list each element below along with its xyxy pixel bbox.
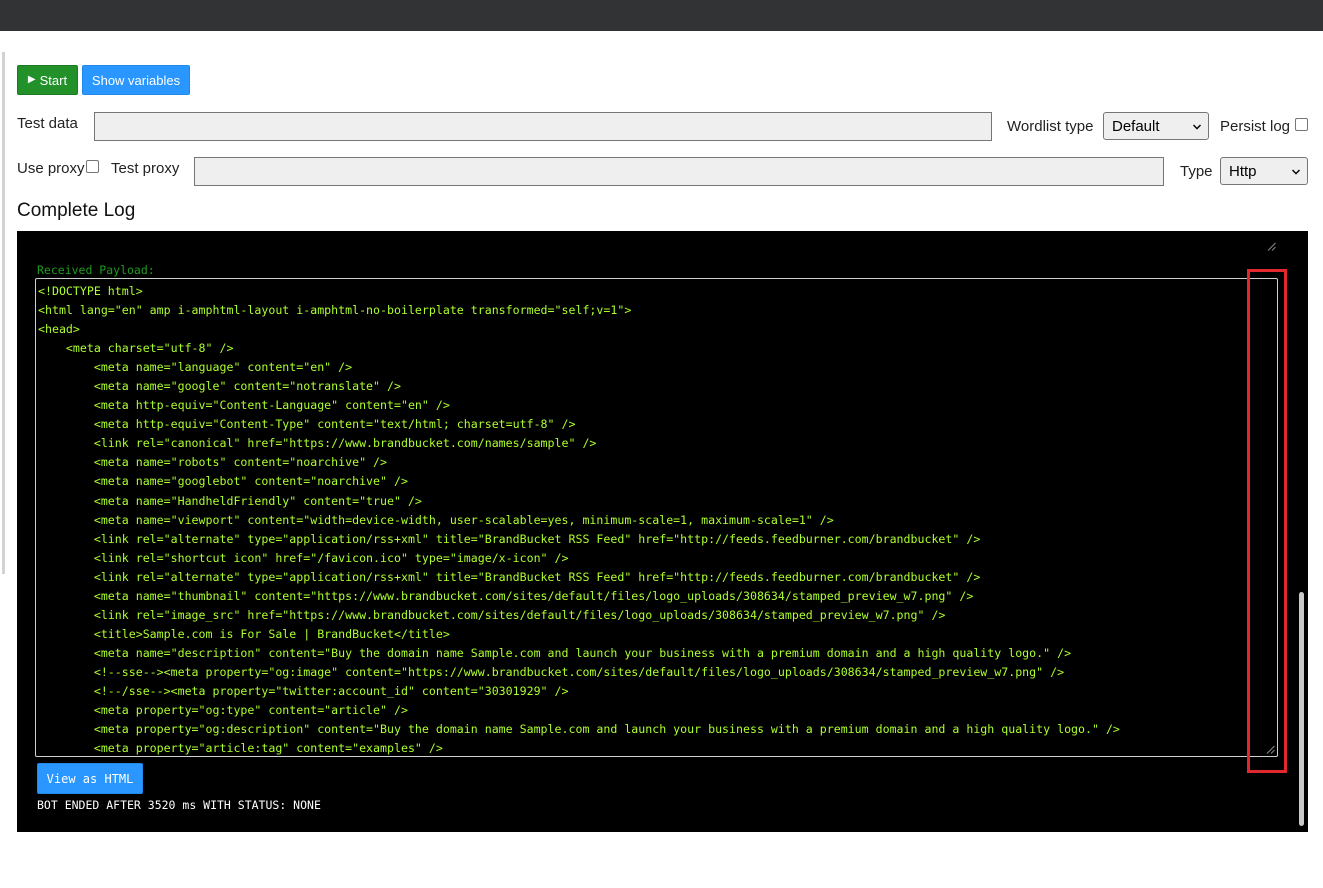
- app-top-bar: [0, 0, 1323, 31]
- payload-line: <meta name="google" content="notranslate…: [38, 379, 401, 394]
- payload-line: <link rel="alternate" type="application/…: [38, 531, 981, 546]
- resize-grip-icon[interactable]: [1267, 242, 1276, 251]
- play-icon: ▶: [27, 74, 36, 85]
- wordlist-type-label: Wordlist type: [1007, 118, 1094, 135]
- payload-line: <link rel="image_src" href="https://www.…: [38, 607, 946, 622]
- left-divider: [2, 52, 5, 574]
- log-scrollbar[interactable]: [1299, 592, 1304, 826]
- payload-line: <meta name="thumbnail" content="https://…: [38, 588, 974, 603]
- highlight-box: [1247, 269, 1287, 773]
- payload-line: <meta name="viewport" content="width=dev…: [38, 512, 834, 527]
- proxy-type-select[interactable]: Http: [1220, 157, 1308, 185]
- proxy-type-label: Type: [1180, 163, 1213, 180]
- payload-line: <meta name="description" content="Buy th…: [38, 645, 1072, 660]
- persist-log-label: Persist log: [1220, 118, 1291, 135]
- payload-line: <title>Sample.com is For Sale | BrandBuc…: [38, 626, 450, 641]
- proxy-type-value: Http: [1229, 162, 1257, 180]
- received-payload-label: Received Payload:: [37, 263, 155, 277]
- payload-line: <meta http-equiv="Content-Type" content=…: [38, 417, 576, 432]
- payload-textarea[interactable]: <!DOCTYPE html> <html lang="en" amp i-amp…: [35, 278, 1278, 757]
- wordlist-type-select[interactable]: Default: [1103, 112, 1209, 140]
- view-as-html-button[interactable]: View as HTML: [37, 763, 143, 794]
- chevron-down-icon: [1193, 124, 1201, 130]
- payload-line: <head>: [38, 322, 80, 337]
- payload-line: <link rel="alternate" type="application/…: [38, 569, 981, 584]
- payload-line: <meta name="googlebot" content="noarchiv…: [38, 474, 408, 489]
- payload-line: <!--/sse--><meta property="twitter:accou…: [38, 683, 569, 698]
- chevron-down-icon: [1292, 169, 1300, 175]
- test-proxy-label: Test proxy: [111, 160, 180, 177]
- payload-line: <link rel="shortcut icon" href="/favicon…: [38, 550, 569, 565]
- status-text: BOT ENDED AFTER 3520 ms WITH STATUS: NON…: [37, 798, 321, 812]
- payload-code: <!DOCTYPE html> <html lang="en" amp i-amp…: [38, 282, 1120, 756]
- payload-line: <meta name="robots" content="noarchive" …: [38, 455, 388, 470]
- payload-line: <meta name="language" content="en" />: [38, 360, 353, 375]
- payload-line: <meta charset="utf-8" />: [38, 341, 234, 356]
- payload-line: <meta property="og:type" content="articl…: [38, 703, 408, 718]
- show-variables-button[interactable]: Show variables: [82, 65, 190, 95]
- use-proxy-checkbox[interactable]: [86, 160, 99, 173]
- use-proxy-label: Use proxy: [17, 160, 85, 177]
- payload-line: <!--sse--><meta property="og:image" cont…: [38, 664, 1065, 679]
- payload-line: <meta property="article:tag" content="ex…: [38, 741, 443, 756]
- test-data-label: Test data: [17, 115, 78, 132]
- start-button[interactable]: ▶ Start: [17, 65, 78, 95]
- payload-line: <link rel="canonical" href="https://www.…: [38, 436, 597, 451]
- payload-line: <!DOCTYPE html>: [38, 284, 143, 298]
- payload-line: <html lang="en" amp i-amphtml-layout i-a…: [38, 303, 632, 318]
- test-data-input[interactable]: [94, 112, 992, 141]
- payload-line: <meta name="HandheldFriendly" content="t…: [38, 493, 422, 508]
- test-proxy-input[interactable]: [194, 157, 1164, 186]
- wordlist-type-value: Default: [1112, 117, 1160, 135]
- start-button-label: Start: [39, 72, 68, 88]
- payload-line: <meta http-equiv="Content-Language" cont…: [38, 398, 450, 413]
- complete-log-title: Complete Log: [17, 200, 136, 221]
- persist-log-checkbox[interactable]: [1295, 118, 1308, 131]
- log-panel[interactable]: Received Payload: <!DOCTYPE html> <html l…: [17, 231, 1308, 832]
- payload-line: <meta property="og:description" content=…: [38, 722, 1120, 737]
